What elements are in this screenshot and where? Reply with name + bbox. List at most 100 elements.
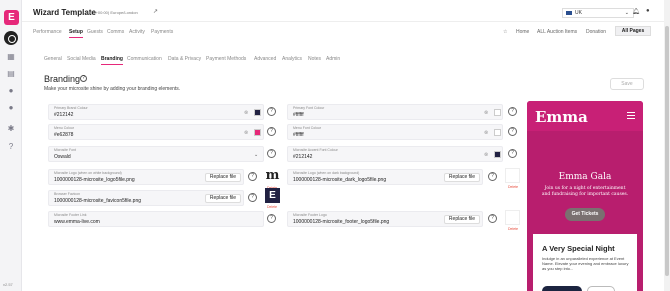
footer-link-field[interactable]: Microsite Footer Link www.emma-live.com — [48, 211, 264, 227]
replace-file-button[interactable]: Replace file — [444, 215, 480, 224]
delete-link[interactable]: Delete — [267, 205, 277, 209]
field-label: Primary Font Colour — [293, 106, 325, 110]
group-icon[interactable]: ● — [6, 103, 16, 113]
star-icon[interactable]: ☆ — [503, 29, 507, 35]
external-link-icon[interactable]: ↗ — [153, 8, 158, 15]
tab-general[interactable]: General — [44, 56, 62, 62]
logo-white-file-field[interactable]: Microsite Logo (when on white background… — [48, 169, 244, 185]
clear-icon[interactable]: ⊗ — [484, 110, 488, 116]
help-icon[interactable]: ? — [488, 172, 497, 181]
microsite-preview: Emma Emma Gala Join us for a night of en… — [527, 101, 643, 291]
field-value[interactable]: Oswald — [54, 154, 71, 160]
tab-data-privacy[interactable]: Data & Privacy — [168, 56, 201, 62]
tab-advanced[interactable]: Advanced — [254, 56, 276, 62]
preview-card: A Very Special Night Indulge in an unpar… — [533, 234, 637, 291]
field-label: Browser Favicon — [54, 192, 81, 196]
file-name: 1000000128-microsite_footer_logo5file.pn… — [293, 219, 390, 225]
tab-payment-methods[interactable]: Payment Methods — [206, 56, 246, 62]
file-name: 1000000128-microsite_dark_logo5file.png — [293, 177, 387, 183]
clear-icon[interactable]: ⊗ — [484, 130, 488, 136]
section-title: Branding — [44, 74, 81, 84]
primary-font-colour-field[interactable]: Primary Font Colour #ffffff ⊗ — [287, 104, 503, 120]
calendar-icon[interactable]: ▤ — [6, 69, 16, 79]
tab-guests[interactable]: Guests — [87, 29, 103, 35]
field-value[interactable]: #e62878 — [54, 132, 73, 138]
page-link-auction[interactable]: ALL Auction Items — [537, 29, 577, 35]
menu-font-colour-field[interactable]: Menu Font Colour #ffffff ⊗ — [287, 124, 503, 140]
settings-icon[interactable]: ✱ — [6, 124, 16, 134]
tab-branding[interactable]: Branding — [101, 56, 123, 65]
clear-icon[interactable]: ⊗ — [244, 130, 248, 136]
country-select[interactable]: UK ⌄ — [562, 8, 634, 18]
accent-font-colour-field[interactable]: Microsite Accent Font Colour #212142 ⊗ — [287, 146, 503, 162]
country-value: UK — [575, 10, 582, 16]
field-value[interactable]: #ffffff — [293, 112, 304, 118]
help-icon[interactable]: ? — [248, 193, 257, 202]
all-pages-button[interactable]: All Pages — [615, 26, 651, 36]
file-name: 1000000128-microsite_favicon5file.png — [54, 198, 142, 204]
field-value[interactable]: #212142 — [54, 112, 73, 118]
help-icon[interactable]: ? — [267, 149, 276, 158]
help-icon[interactable]: ? — [508, 149, 517, 158]
notification-icon[interactable]: 🔔︎ — [632, 8, 640, 15]
replace-file-button[interactable]: Replace file — [444, 173, 480, 182]
delete-link[interactable]: Delete — [508, 185, 518, 189]
tab-analytics[interactable]: Analytics — [282, 56, 302, 62]
help-icon[interactable]: ? — [508, 127, 517, 136]
preview-event-title: Emma Gala — [558, 172, 612, 182]
page-link-donation[interactable]: Donation — [586, 29, 606, 35]
tab-admin[interactable]: Admin — [326, 56, 340, 62]
field-label: Menu Colour — [54, 126, 75, 130]
tab-activity[interactable]: Activity — [129, 29, 145, 35]
tab-payments[interactable]: Payments — [151, 29, 173, 35]
preview-event-subtitle: Join us for a night of entertainment and… — [541, 186, 629, 197]
grid-icon[interactable]: ▦ — [6, 52, 16, 62]
clear-icon[interactable]: ⊗ — [244, 110, 248, 116]
field-value[interactable]: www.emma-live.com — [54, 219, 100, 225]
tab-performance[interactable]: Performance — [33, 29, 62, 35]
flag-icon — [566, 11, 572, 15]
tab-notes[interactable]: Notes — [308, 56, 321, 62]
logo-dark-file-field[interactable]: Microsite Logo (when on dark background)… — [287, 169, 483, 185]
microsite-font-select[interactable]: Microsite Font Oswald ⌄ — [48, 146, 264, 162]
color-swatch[interactable] — [254, 129, 261, 136]
replace-file-button[interactable]: Replace file — [205, 173, 241, 182]
field-label: Menu Font Colour — [293, 126, 322, 130]
color-swatch[interactable] — [494, 109, 501, 116]
preview-card-button-secondary — [587, 286, 615, 291]
app-logo[interactable]: E — [4, 10, 19, 25]
footer-logo-thumbnail — [505, 210, 520, 225]
help-icon[interactable]: ? — [6, 142, 16, 152]
field-value[interactable]: #212142 — [293, 154, 312, 160]
primary-brand-colour-field[interactable]: Primary Brand Colour #212142 ⊗ — [48, 104, 264, 120]
help-icon[interactable]: ? — [80, 75, 87, 82]
help-icon[interactable]: ? — [488, 214, 497, 223]
users-icon[interactable]: ● — [6, 86, 16, 96]
help-icon[interactable]: ? — [267, 214, 276, 223]
chevron-down-icon[interactable]: ⌄ — [254, 152, 258, 158]
footer-logo-file-field[interactable]: Microsite Footer Logo 1000000128-microsi… — [287, 211, 483, 227]
field-value[interactable]: #ffffff — [293, 132, 304, 138]
tab-communication[interactable]: Communication — [127, 56, 162, 62]
favicon-file-field[interactable]: Browser Favicon 1000000128-microsite_fav… — [48, 190, 244, 206]
clear-icon[interactable]: ⊗ — [484, 152, 488, 158]
page-link-home[interactable]: Home — [516, 29, 529, 35]
help-icon[interactable]: ? — [508, 107, 517, 116]
user-icon[interactable]: ● — [646, 8, 650, 14]
preview-card-text: Indulge in an unparalleled experience at… — [542, 256, 629, 271]
tab-setup[interactable]: Setup — [69, 29, 83, 38]
color-swatch[interactable] — [494, 151, 501, 158]
dashboard-icon[interactable] — [4, 31, 18, 45]
color-swatch[interactable] — [494, 129, 501, 136]
help-icon[interactable]: ? — [267, 107, 276, 116]
tab-social-media[interactable]: Social Media — [67, 56, 96, 62]
help-icon[interactable]: ? — [248, 172, 257, 181]
help-icon[interactable]: ? — [267, 127, 276, 136]
menu-colour-field[interactable]: Menu Colour #e62878 ⊗ — [48, 124, 264, 140]
save-button[interactable]: Save — [610, 78, 644, 90]
delete-link[interactable]: Delete — [508, 227, 518, 231]
replace-file-button[interactable]: Replace file — [205, 194, 241, 203]
tab-comms[interactable]: Comms — [107, 29, 124, 35]
color-swatch[interactable] — [254, 109, 261, 116]
page-scrollbar-thumb[interactable] — [665, 26, 669, 276]
